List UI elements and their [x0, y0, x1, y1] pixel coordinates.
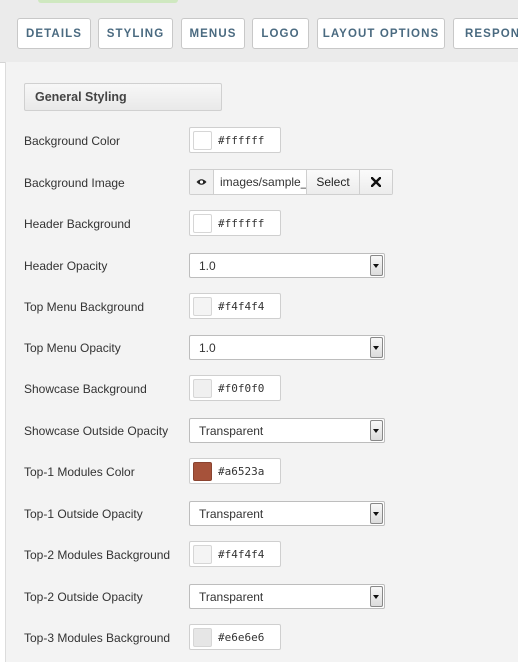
top-menu-opacity-select[interactable]: 1.0 [189, 335, 385, 360]
color-swatch[interactable] [193, 378, 212, 398]
background-image-label: Background Image [24, 176, 125, 190]
select-value: Transparent [199, 590, 264, 604]
color-swatch[interactable] [193, 461, 212, 481]
top-accent-bar [38, 0, 178, 3]
tab-styling[interactable]: STYLING [98, 18, 173, 49]
select-value: Transparent [199, 424, 264, 438]
color-swatch[interactable] [193, 130, 212, 150]
color-swatch[interactable] [193, 213, 212, 233]
top1-outside-opacity-label: Top-1 Outside Opacity [24, 507, 143, 521]
background-image-field: images/sample_ Select [189, 169, 393, 195]
header-opacity-label: Header Opacity [24, 259, 108, 273]
top2-outside-opacity-label: Top-2 Outside Opacity [24, 590, 143, 604]
select-value: Transparent [199, 507, 264, 521]
background-color-field[interactable]: #ffffff [189, 127, 281, 153]
select-value: 1.0 [199, 259, 216, 273]
top-menu-background-field[interactable]: #f4f4f4 [189, 293, 281, 319]
showcase-background-field[interactable]: #f0f0f0 [189, 375, 281, 401]
tab-details[interactable]: DETAILS [17, 18, 91, 49]
color-hex-value: #a6523a [218, 464, 265, 478]
header-background-label: Header Background [24, 217, 131, 231]
chevron-down-icon[interactable] [370, 420, 383, 441]
header-background-field[interactable]: #ffffff [189, 210, 281, 236]
tab-menus[interactable]: MENUS [181, 18, 245, 49]
top1-modules-color-field[interactable]: #a6523a [189, 458, 281, 484]
top-menu-background-label: Top Menu Background [24, 300, 145, 314]
tab-layout-options[interactable]: LAYOUT OPTIONS [317, 18, 445, 49]
color-hex-value: #f0f0f0 [218, 381, 265, 395]
close-icon [371, 177, 381, 187]
color-swatch[interactable] [193, 627, 212, 647]
clear-image-button[interactable] [359, 170, 392, 194]
general-styling-section-button[interactable]: General Styling [24, 83, 222, 111]
color-hex-value: #f4f4f4 [218, 299, 265, 313]
top1-modules-color-label: Top-1 Modules Color [24, 465, 135, 479]
color-hex-value: #ffffff [218, 216, 265, 230]
color-hex-value: #ffffff [218, 133, 265, 147]
top-menu-opacity-label: Top Menu Opacity [24, 341, 121, 355]
color-hex-value: #e6e6e6 [218, 630, 265, 644]
top2-modules-background-label: Top-2 Modules Background [24, 548, 171, 562]
background-color-label: Background Color [24, 134, 121, 148]
eye-icon[interactable] [190, 170, 214, 194]
header-opacity-select[interactable]: 1.0 [189, 253, 385, 278]
top2-modules-background-field[interactable]: #f4f4f4 [189, 541, 281, 567]
image-path-input[interactable]: images/sample_ [214, 170, 306, 194]
chevron-down-icon[interactable] [370, 337, 383, 358]
chevron-down-icon[interactable] [370, 255, 383, 276]
chevron-down-icon[interactable] [370, 503, 383, 524]
color-hex-value: #f4f4f4 [218, 547, 265, 561]
color-swatch[interactable] [193, 544, 212, 564]
top2-outside-opacity-select[interactable]: Transparent [189, 584, 385, 609]
select-value: 1.0 [199, 341, 216, 355]
tab-responsive[interactable]: RESPONS [453, 18, 518, 49]
select-image-button[interactable]: Select [306, 170, 359, 194]
showcase-outside-opacity-select[interactable]: Transparent [189, 418, 385, 443]
chevron-down-icon[interactable] [370, 586, 383, 607]
color-swatch[interactable] [193, 296, 212, 316]
showcase-background-label: Showcase Background [24, 382, 147, 396]
top3-modules-background-label: Top-3 Modules Background [24, 631, 171, 645]
showcase-outside-opacity-label: Showcase Outside Opacity [24, 424, 169, 438]
tab-logo[interactable]: LOGO [252, 18, 309, 49]
top1-outside-opacity-select[interactable]: Transparent [189, 501, 385, 526]
top3-modules-background-field[interactable]: #e6e6e6 [189, 624, 281, 650]
